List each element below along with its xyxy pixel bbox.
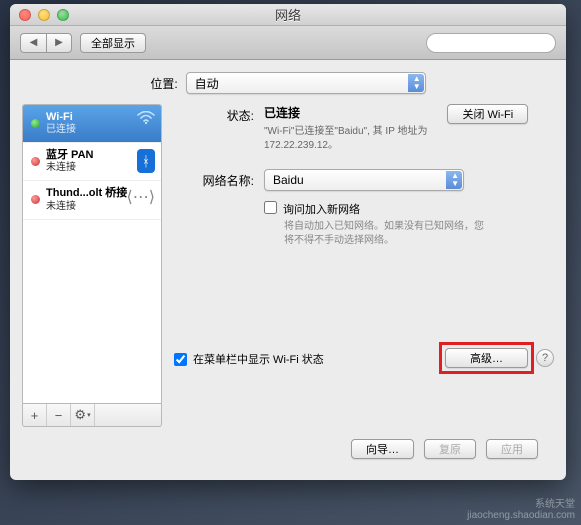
location-value: 自动 <box>195 75 219 92</box>
location-row: 位置: 自动 ▲▼ <box>22 72 554 94</box>
watermark: 系统天堂 jiaocheng.shaodian.com <box>467 495 575 521</box>
status-description: "Wi-Fi"已连接至"Baidu", 其 IP 地址为 172.22.239.… <box>264 125 427 153</box>
back-button[interactable]: ◀ <box>20 33 46 53</box>
add-service-button[interactable]: + <box>23 404 47 426</box>
gear-icon: ⚙ <box>74 407 86 423</box>
network-name-popup[interactable]: Baidu ▲▼ <box>264 169 464 191</box>
forward-button[interactable]: ▶ <box>46 33 72 53</box>
show-all-button[interactable]: 全部显示 <box>80 33 146 53</box>
toolbar: ◀ ▶ 全部显示 🔍 <box>10 26 566 60</box>
window-title: 网络 <box>10 5 566 24</box>
search-input[interactable] <box>426 33 556 53</box>
turn-off-wifi-button[interactable]: 关闭 Wi-Fi <box>447 104 528 124</box>
ask-join-checkbox[interactable] <box>264 201 277 214</box>
service-item-wifi[interactable]: Wi-Fi 已连接 <box>23 105 161 143</box>
list-buttons: + − ⚙▾ <box>22 404 162 427</box>
status-dot-icon <box>31 195 40 204</box>
network-name-value: Baidu <box>273 173 304 187</box>
advanced-button[interactable]: 高级… <box>445 348 528 368</box>
status-dot-icon <box>31 119 40 128</box>
help-button[interactable]: ? <box>536 349 554 367</box>
show-menubar-checkbox[interactable] <box>174 353 187 366</box>
service-item-bluetooth[interactable]: 蓝牙 PAN 未连接 ᚼ <box>23 143 161 181</box>
titlebar: 网络 <box>10 4 566 26</box>
network-name-label: 网络名称: <box>174 169 264 248</box>
wifi-icon <box>137 111 155 130</box>
thunderbolt-icon: ⟨⋯⟩ <box>127 187 155 207</box>
ask-join-description: 将自动加入已知网络。如果没有已知网络，您将不得不手动选择网络。 <box>284 220 484 248</box>
revert-button[interactable]: 复原 <box>424 439 476 459</box>
location-label: 位置: <box>150 75 177 92</box>
status-label: 状态: <box>174 104 264 153</box>
gear-button[interactable]: ⚙▾ <box>71 404 95 426</box>
service-item-thunderbolt[interactable]: Thund...olt 桥接 未连接 ⟨⋯⟩ <box>23 181 161 219</box>
bluetooth-icon: ᚼ <box>137 149 155 173</box>
apply-button[interactable]: 应用 <box>486 439 538 459</box>
remove-service-button[interactable]: − <box>47 404 71 426</box>
service-list[interactable]: Wi-Fi 已连接 蓝牙 PAN 未连接 ᚼ <box>22 104 162 404</box>
wizard-button[interactable]: 向导… <box>351 439 414 459</box>
status-value: 已连接 <box>264 104 427 121</box>
ask-join-label: 询问加入新网络 <box>283 201 360 217</box>
show-menubar-label: 在菜单栏中显示 Wi-Fi 状态 <box>193 351 324 367</box>
nav-segment: ◀ ▶ <box>20 33 72 53</box>
sidebar: Wi-Fi 已连接 蓝牙 PAN 未连接 ᚼ <box>22 104 162 427</box>
footer-buttons: 向导… 复原 应用 <box>22 427 554 459</box>
detail-pane: 状态: 已连接 "Wi-Fi"已连接至"Baidu", 其 IP 地址为 172… <box>174 104 554 427</box>
status-dot-icon <box>31 157 40 166</box>
location-popup[interactable]: 自动 ▲▼ <box>186 72 426 94</box>
preferences-window: 网络 ◀ ▶ 全部显示 🔍 位置: 自动 ▲▼ <box>10 4 566 480</box>
